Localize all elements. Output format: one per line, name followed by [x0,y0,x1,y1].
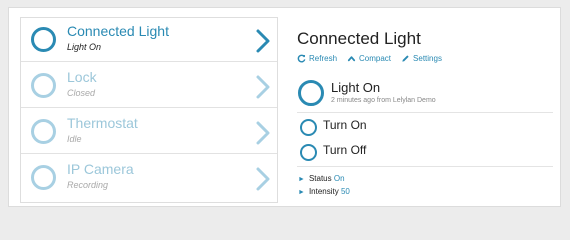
status-ring-icon [298,80,324,106]
chevron-right-icon[interactable] [251,166,275,192]
compact-label: Compact [359,53,392,63]
radio-ring-icon [300,119,317,136]
caret-right-icon: ► [298,176,305,183]
device-name: Thermostat [67,115,138,131]
status-label: Light On [331,80,381,95]
divider [297,112,553,113]
property-name: Intensity [308,187,339,196]
compact-button[interactable]: Compact [347,54,391,63]
settings-button[interactable]: Settings [401,54,442,63]
device-item-ip-camera[interactable]: IP Camera Recording [21,156,277,200]
property-intensity: ► Intensity 50 [298,187,350,196]
property-value: On [333,174,345,183]
device-item-lock[interactable]: Lock Closed [21,64,277,108]
property-status: ► Status On [298,174,345,183]
device-name: IP Camera [67,161,134,177]
device-state: Closed [67,88,96,98]
refresh-label: Refresh [309,53,338,63]
device-list: Connected Light Light On Lock Closed The… [20,17,278,203]
divider [297,166,553,167]
device-status-ring-icon [31,119,56,144]
device-status-ring-icon [31,73,56,98]
radio-ring-icon [300,144,317,161]
caret-right-icon: ► [298,189,305,196]
device-detail-title: Connected Light [297,29,421,48]
property-name: Status [308,174,332,183]
device-status-ring-icon [31,27,56,52]
chevron-up-icon [347,55,356,61]
chevron-right-icon[interactable] [251,120,275,146]
device-card: Connected Light Light On Lock Closed The… [8,7,561,207]
chevron-right-icon[interactable] [251,28,275,54]
device-status-ring-icon [31,165,56,190]
device-name: Lock [67,69,97,85]
current-status: Light On 2 minutes ago from Lelylan Demo [297,78,553,114]
pencil-icon [402,54,409,62]
command-label: Turn On [323,118,367,132]
device-actions-bar: Refresh Compact Settings [297,52,452,64]
refresh-button[interactable]: Refresh [297,54,337,63]
property-value: 50 [340,187,350,196]
device-state: Light On [67,42,102,52]
device-item-thermostat[interactable]: Thermostat Idle [21,110,277,154]
device-state: Idle [67,134,82,144]
command-label: Turn Off [323,143,367,157]
device-name: Connected Light [67,23,169,39]
status-timestamp: 2 minutes ago from Lelylan Demo [331,97,436,104]
refresh-icon [297,54,306,63]
device-item-connected-light[interactable]: Connected Light Light On [21,18,277,62]
chevron-right-icon[interactable] [251,74,275,100]
device-state: Recording [67,180,109,190]
settings-label: Settings [413,53,442,63]
